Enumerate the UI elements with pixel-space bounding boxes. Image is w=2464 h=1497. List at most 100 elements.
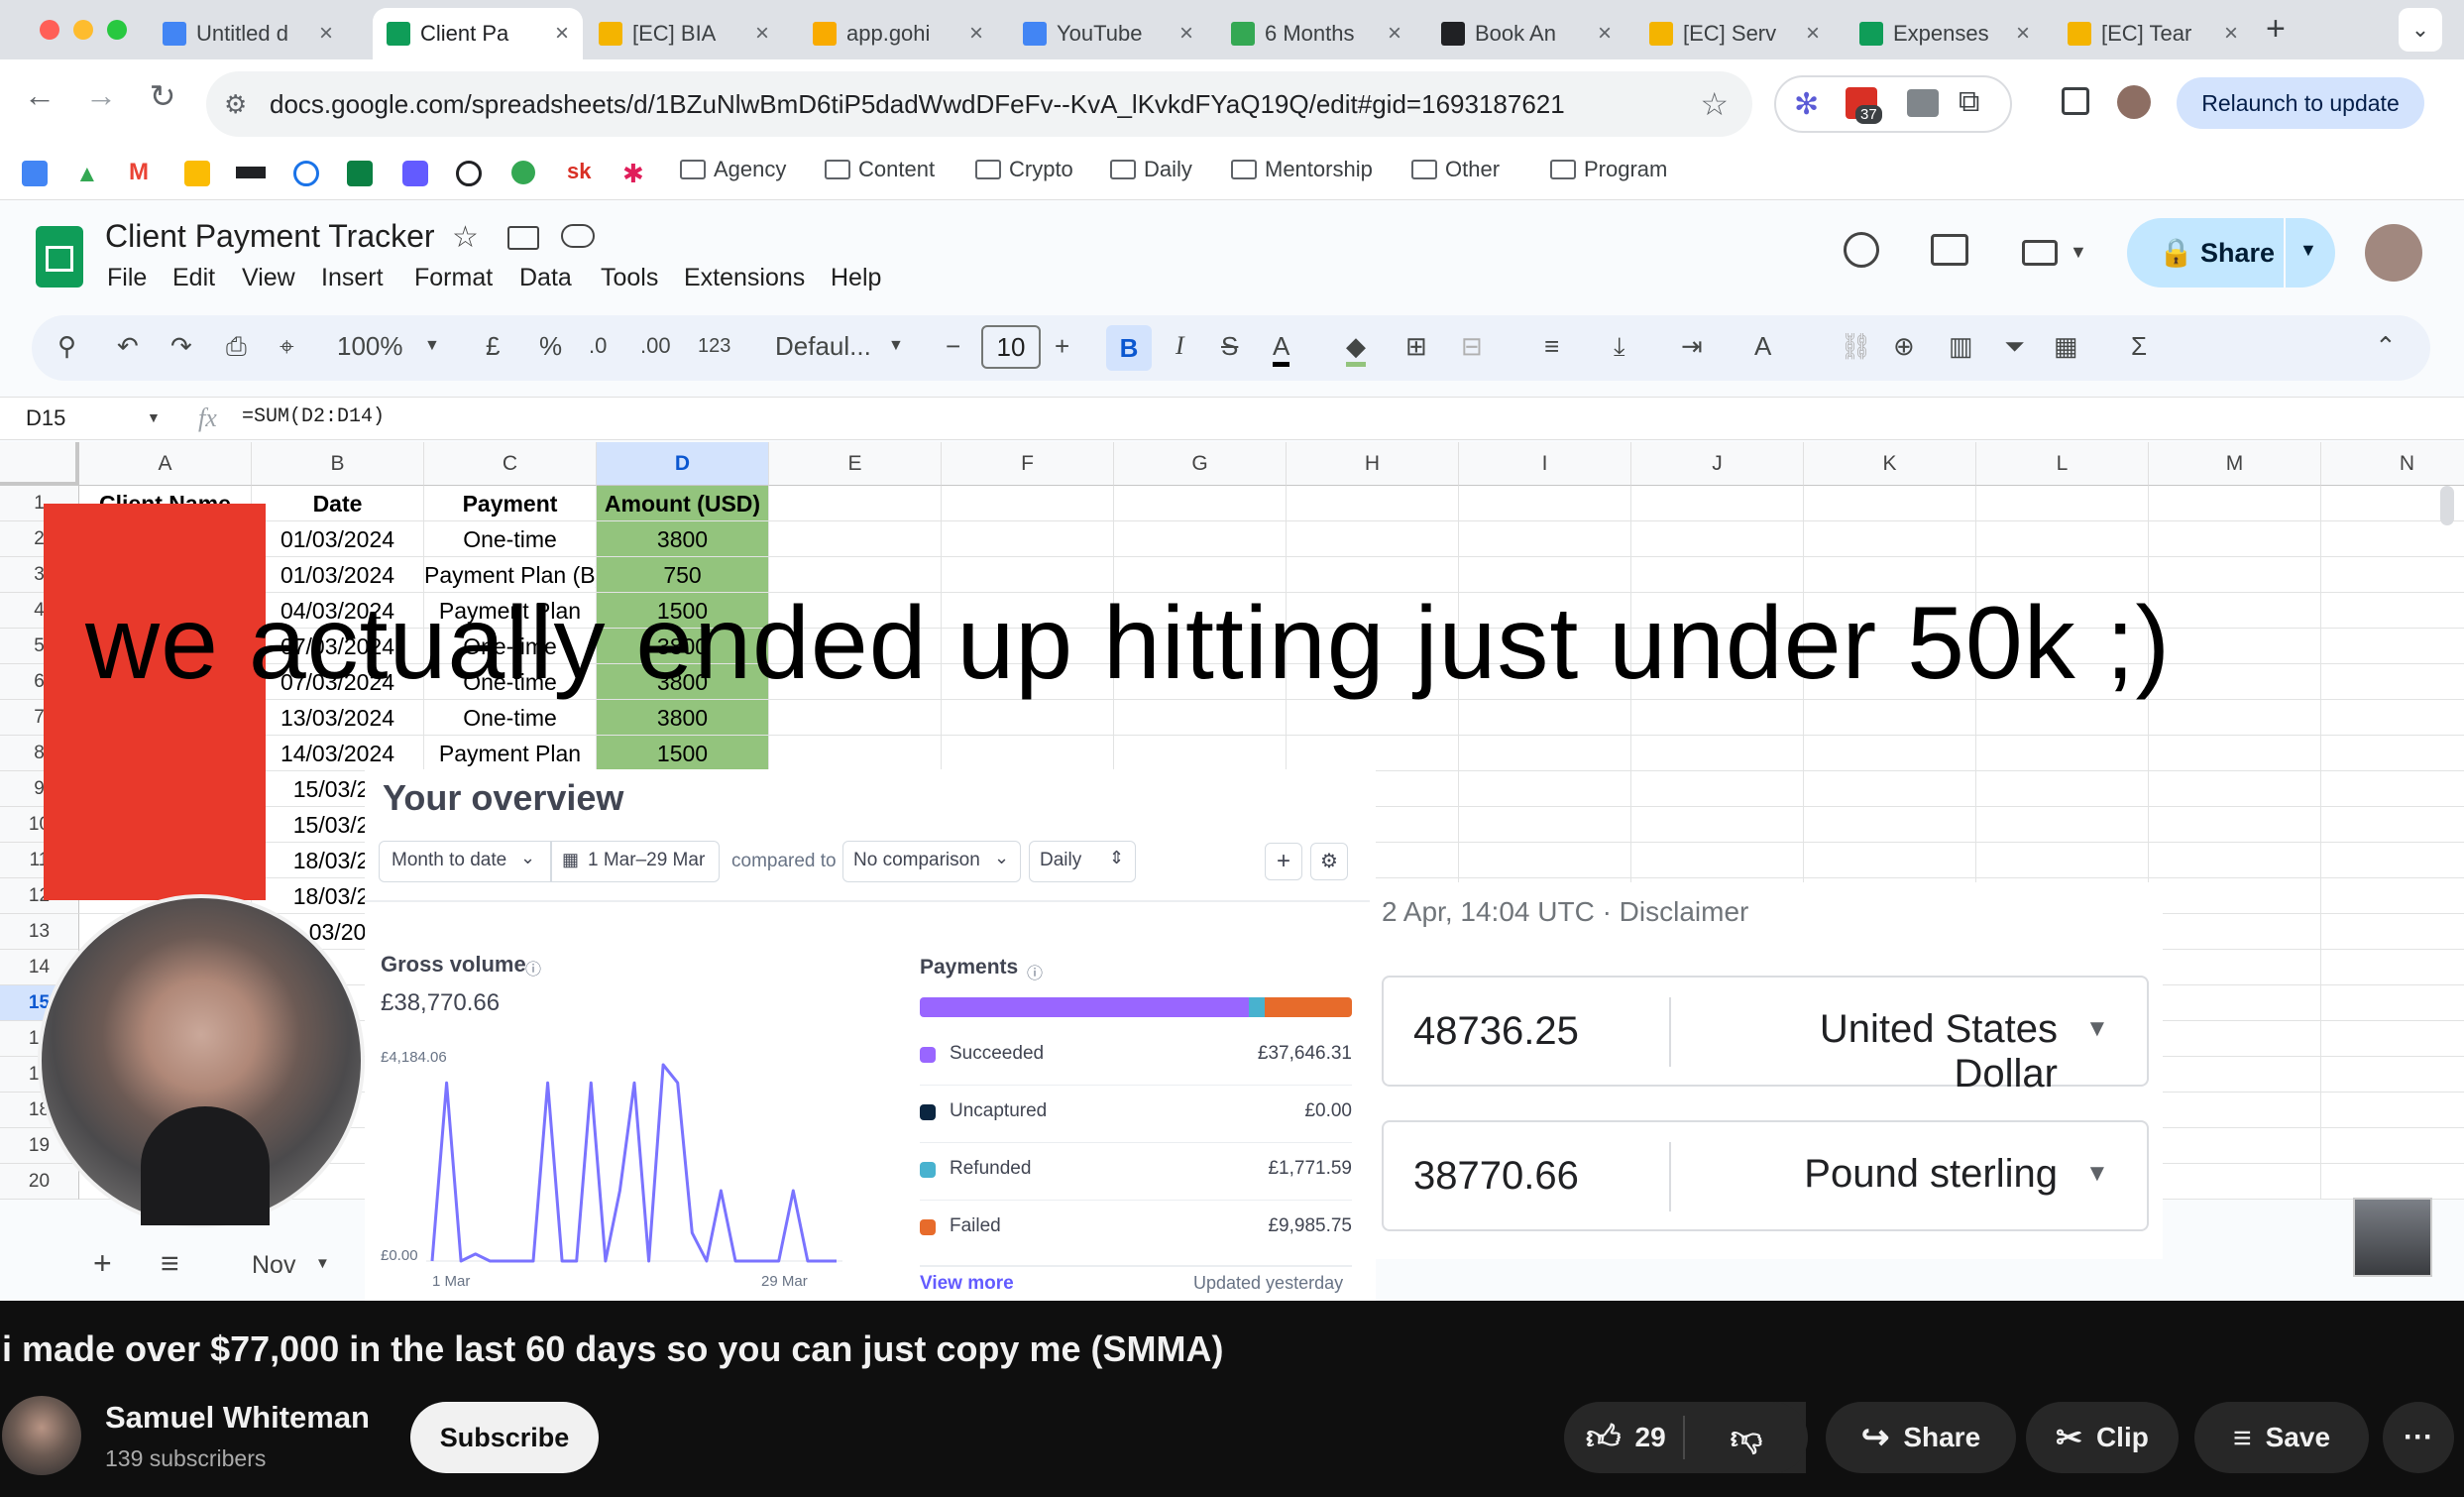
- date-cell[interactable]: 14/03/2024: [252, 736, 424, 771]
- tab-close-icon[interactable]: ×: [2224, 20, 2238, 48]
- empty-cell[interactable]: [1976, 736, 2149, 771]
- payment-cell[interactable]: One-time: [424, 521, 597, 557]
- text-wrapping-icon[interactable]: ⇥: [1681, 331, 1703, 362]
- empty-cell[interactable]: [1459, 486, 1631, 521]
- empty-cell[interactable]: [2149, 843, 2321, 878]
- empty-cell[interactable]: [2149, 985, 2321, 1021]
- currency-format-button[interactable]: £: [486, 331, 500, 362]
- share-video-button[interactable]: ↪ Share: [1826, 1402, 2016, 1473]
- empty-cell[interactable]: [2149, 700, 2321, 736]
- bookmark-sk-icon[interactable]: sk: [567, 159, 591, 184]
- browser-tab[interactable]: Book An ×: [1427, 8, 1625, 59]
- back-icon[interactable]: ←: [20, 77, 59, 114]
- empty-cell[interactable]: [942, 736, 1114, 771]
- formula-input[interactable]: =SUM(D2:D14): [242, 405, 385, 428]
- tab-close-icon[interactable]: ×: [555, 20, 569, 48]
- empty-cell[interactable]: [1976, 843, 2149, 878]
- empty-cell[interactable]: [942, 521, 1114, 557]
- empty-cell[interactable]: [1976, 486, 2149, 521]
- bookmark-folder-program[interactable]: Program: [1550, 157, 1667, 182]
- empty-cell[interactable]: [769, 486, 942, 521]
- functions-icon[interactable]: Σ: [2131, 331, 2147, 362]
- to-currency-dropdown-icon[interactable]: ▼: [2085, 1160, 2109, 1188]
- empty-cell[interactable]: [2149, 914, 2321, 950]
- empty-cell[interactable]: [942, 486, 1114, 521]
- channel-name[interactable]: Samuel Whiteman: [105, 1400, 370, 1436]
- empty-cell[interactable]: [1804, 771, 1976, 807]
- bookmark-bar-icon[interactable]: [236, 167, 266, 178]
- extensions-puzzle-icon[interactable]: ⧉: [1959, 85, 1979, 119]
- filter-icon[interactable]: ⏷: [2004, 331, 2025, 363]
- address-bar[interactable]: ⚙ docs.google.com/spreadsheets/d/1BZuNlw…: [206, 71, 1752, 137]
- column-header-k[interactable]: K: [1804, 442, 1976, 486]
- column-header-f[interactable]: F: [942, 442, 1114, 486]
- interval-select[interactable]: Daily ⇕: [1029, 841, 1136, 882]
- tab-close-icon[interactable]: ×: [1806, 20, 1820, 48]
- payment-cell[interactable]: Payment Plan: [424, 736, 597, 771]
- column-header-m[interactable]: M: [2149, 442, 2321, 486]
- name-box-dropdown-icon[interactable]: ▼: [147, 409, 161, 425]
- empty-cell[interactable]: [2149, 521, 2321, 557]
- profile-avatar[interactable]: [2117, 85, 2151, 119]
- menu-extensions[interactable]: Extensions: [684, 264, 805, 292]
- forward-icon[interactable]: →: [81, 77, 121, 114]
- print-icon[interactable]: ⎙: [226, 331, 247, 363]
- column-header-j[interactable]: J: [1631, 442, 1804, 486]
- empty-cell[interactable]: [1287, 521, 1459, 557]
- empty-cell[interactable]: [2321, 700, 2464, 736]
- browser-tab[interactable]: 6 Months ×: [1217, 8, 1415, 59]
- close-window-icon[interactable]: [40, 20, 59, 40]
- channel-avatar[interactable]: [2, 1396, 81, 1475]
- save-button[interactable]: ≡ Save: [2194, 1402, 2369, 1473]
- amount-cell[interactable]: 1500: [597, 736, 769, 771]
- extension-code-icon[interactable]: [1907, 89, 1939, 117]
- fill-color-icon[interactable]: ◆: [1346, 331, 1366, 367]
- empty-cell[interactable]: [1631, 521, 1804, 557]
- search-menus-icon[interactable]: ⚲: [57, 331, 76, 362]
- browser-tab[interactable]: app.gohi ×: [799, 8, 997, 59]
- empty-cell[interactable]: [2321, 1164, 2464, 1200]
- menu-tools[interactable]: Tools: [601, 264, 658, 292]
- payment-cell[interactable]: One-time: [424, 700, 597, 736]
- empty-cell[interactable]: [2149, 950, 2321, 985]
- empty-cell[interactable]: [2149, 593, 2321, 629]
- insert-link-icon[interactable]: ⛓: [1840, 331, 1872, 362]
- bookmark-stripe-icon[interactable]: [347, 161, 373, 186]
- dislike-button[interactable]: 👎︎: [1685, 1402, 1808, 1473]
- column-header-b[interactable]: B: [252, 442, 424, 486]
- column-header-g[interactable]: G: [1114, 442, 1287, 486]
- column-header-l[interactable]: L: [1976, 442, 2149, 486]
- empty-cell[interactable]: [2321, 807, 2464, 843]
- tab-close-icon[interactable]: ×: [969, 20, 983, 48]
- column-header-n[interactable]: N: [2321, 442, 2464, 486]
- select-all-corner[interactable]: [0, 442, 79, 486]
- empty-cell[interactable]: [1804, 736, 1976, 771]
- bookmark-calendar-icon[interactable]: [22, 161, 48, 186]
- menu-data[interactable]: Data: [519, 264, 572, 292]
- empty-cell[interactable]: [1631, 771, 1804, 807]
- text-color-icon[interactable]: A: [1273, 331, 1290, 367]
- amount-cell[interactable]: 3800: [597, 700, 769, 736]
- subscribe-button[interactable]: Subscribe: [410, 1402, 599, 1473]
- to-amount-input[interactable]: 38770.66: [1413, 1154, 1579, 1199]
- miniplayer-thumbnail[interactable]: [2353, 1198, 2432, 1277]
- empty-cell[interactable]: [2149, 664, 2321, 700]
- amount-cell[interactable]: 3800: [597, 521, 769, 557]
- browser-tab[interactable]: [EC] Serv ×: [1635, 8, 1834, 59]
- empty-cell[interactable]: [1631, 700, 1804, 736]
- star-icon[interactable]: ☆: [452, 220, 479, 255]
- site-info-icon[interactable]: ⚙: [224, 89, 247, 120]
- empty-cell[interactable]: [1976, 771, 2149, 807]
- redo-icon[interactable]: ↷: [170, 331, 192, 362]
- empty-cell[interactable]: [1459, 771, 1631, 807]
- collapse-toolbar-icon[interactable]: ⌃: [2375, 331, 2397, 362]
- tab-close-icon[interactable]: ×: [2016, 20, 2030, 48]
- tab-close-icon[interactable]: ×: [1598, 20, 1612, 48]
- new-tab-icon[interactable]: +: [2266, 10, 2286, 49]
- reload-icon[interactable]: ↻: [143, 77, 182, 115]
- empty-cell[interactable]: [1804, 843, 1976, 878]
- empty-cell[interactable]: [2149, 1093, 2321, 1128]
- decrease-font-size-icon[interactable]: −: [946, 331, 960, 362]
- relaunch-button[interactable]: Relaunch to update: [2177, 77, 2424, 129]
- browser-tab[interactable]: YouTube ×: [1009, 8, 1207, 59]
